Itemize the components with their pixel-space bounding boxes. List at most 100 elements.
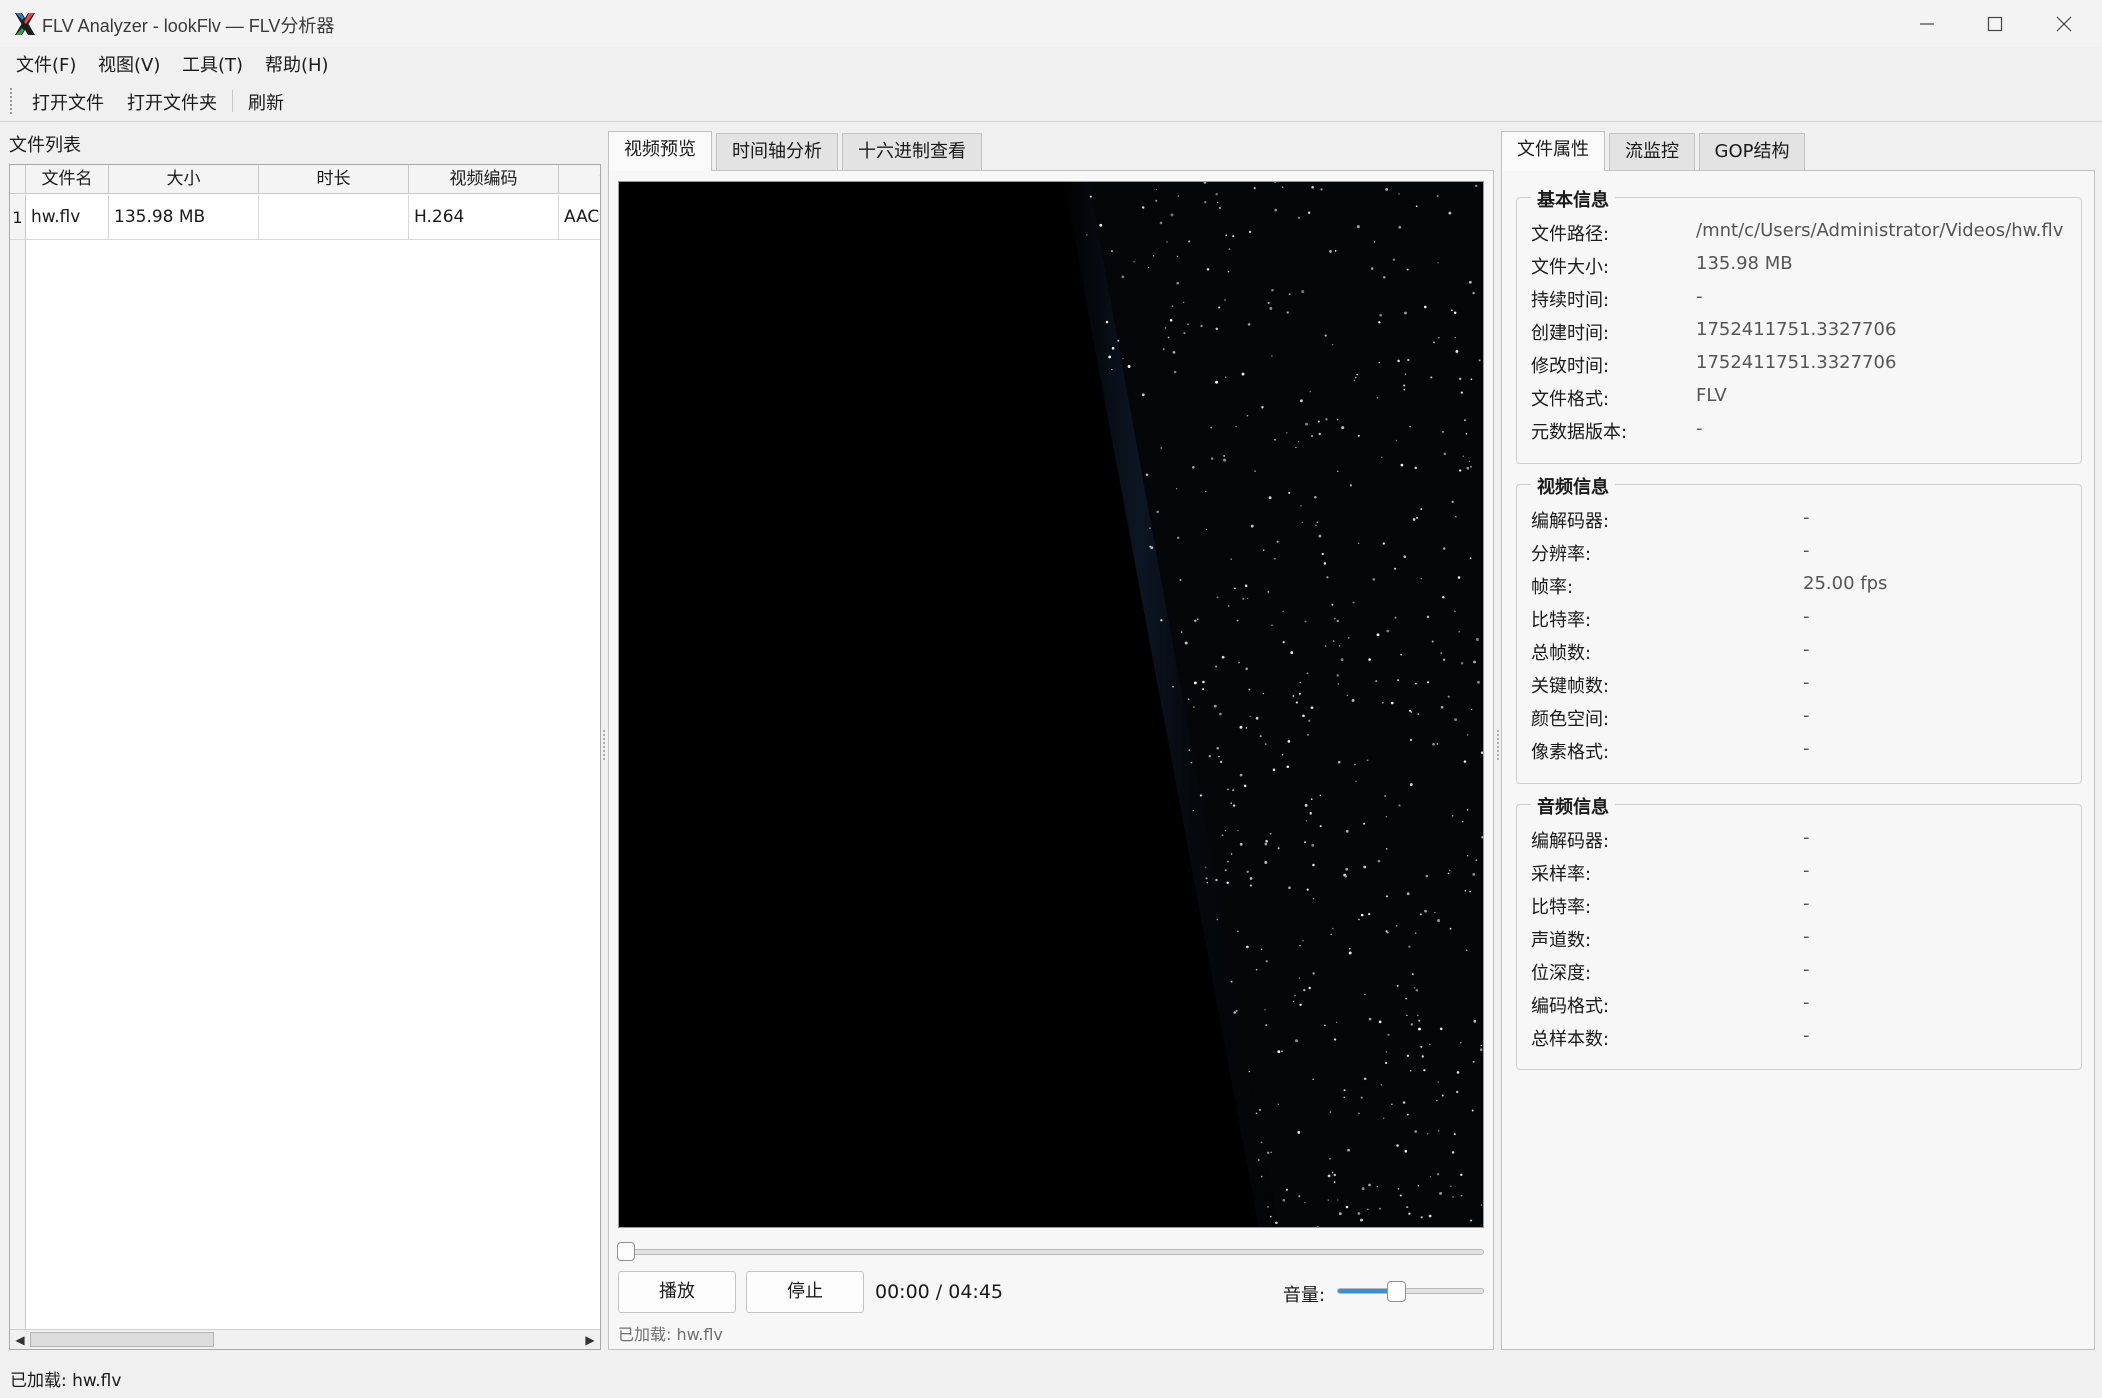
row-header-gutter (10, 240, 26, 1329)
cell-video-codec[interactable]: H.264 (409, 195, 559, 240)
column-header-audio[interactable]: 音 (559, 165, 600, 194)
basic-info-key: 文件大小: (1531, 257, 1610, 278)
toolbar-separator (232, 90, 233, 112)
basic-info-value: 1752411751.3327706 (1696, 319, 1897, 340)
basic-info-key: 持续时间: (1531, 290, 1610, 311)
audio-info-key: 采样率: (1531, 864, 1592, 885)
tab-stream-monitor[interactable]: 流监控 (1609, 133, 1695, 171)
audio-info-value: - (1803, 827, 1810, 848)
seek-slider-track[interactable] (618, 1249, 1484, 1255)
video-info-key: 像素格式: (1531, 742, 1610, 763)
audio-info-value: - (1803, 1025, 1810, 1046)
column-header-duration[interactable]: 时长 (259, 165, 409, 194)
menu-tools[interactable]: 工具(T) (178, 51, 247, 77)
open-file-button[interactable]: 打开文件 (28, 89, 108, 115)
video-frame[interactable] (618, 181, 1484, 1228)
window-title: FLV Analyzer - lookFlv — FLV分析器 (42, 16, 335, 36)
close-icon (2056, 16, 2071, 31)
basic-info-key: 修改时间: (1531, 356, 1610, 377)
table-row[interactable]: hw.flv 135.98 MB H.264 AAC (10, 195, 600, 240)
cell-filename[interactable]: hw.flv (26, 195, 109, 240)
volume-slider-handle[interactable] (1386, 1281, 1406, 1302)
video-info-group: 视频信息 编解码器: - 分辨率: - 帧率: 25.00 fps 比特率: - 总帧数: - 关键… (1516, 473, 2082, 784)
close-button[interactable] (2030, 0, 2097, 47)
toolbar-grip[interactable] (10, 88, 13, 114)
menu-view[interactable]: 视图(V) (94, 51, 164, 77)
video-info-value: - (1803, 540, 1810, 561)
audio-info-value: - (1803, 992, 1810, 1013)
audio-info-key: 总样本数: (1531, 1029, 1610, 1050)
basic-info-key: 创建时间: (1531, 323, 1610, 344)
video-info-value: - (1803, 672, 1810, 693)
audio-info-value: - (1803, 860, 1810, 881)
status-text: 已加载: hw.flv (10, 1371, 122, 1391)
toolbar: 打开文件 打开文件夹 刷新 (0, 80, 2102, 122)
basic-info-value: FLV (1696, 385, 1727, 406)
audio-info-key: 比特率: (1531, 897, 1592, 918)
scroll-left-icon[interactable]: ◀ (12, 1332, 28, 1348)
video-info-key: 帧率: (1531, 577, 1574, 598)
audio-info-key: 声道数: (1531, 930, 1592, 951)
video-info-value: - (1803, 606, 1810, 627)
basic-info-value: - (1696, 286, 1703, 307)
column-header-video-codec[interactable]: 视频编码 (409, 165, 559, 194)
video-info-value: 25.00 fps (1803, 573, 1888, 594)
video-info-value: - (1803, 705, 1810, 726)
video-info-key: 颜色空间: (1531, 709, 1610, 730)
scrollbar-thumb[interactable] (30, 1332, 214, 1347)
volume-label: 音量: (1283, 1285, 1326, 1306)
title-bar: FLV Analyzer - lookFlv — FLV分析器 (0, 0, 2102, 47)
basic-info-title: 基本信息 (1531, 186, 1615, 212)
maximize-button[interactable] (1961, 0, 2028, 47)
cell-audio-codec[interactable]: AAC (559, 195, 600, 240)
right-splitter-handle[interactable] (1497, 730, 1500, 760)
basic-info-value: 1752411751.3327706 (1696, 352, 1897, 373)
play-button[interactable]: 播放 (618, 1271, 736, 1313)
video-info-key: 分辨率: (1531, 544, 1592, 565)
video-info-value: - (1803, 507, 1810, 528)
menu-help[interactable]: 帮助(H) (261, 51, 333, 77)
seek-slider-handle[interactable] (617, 1242, 635, 1261)
file-list-table[interactable]: 文件名 大小 时长 视频编码 音 1 hw.flv 135.98 MB H.26… (9, 164, 601, 1350)
column-header-size[interactable]: 大小 (109, 165, 259, 194)
audio-info-title: 音频信息 (1531, 793, 1615, 819)
basic-info-key: 文件路径: (1531, 224, 1610, 245)
time-display: 00:00 / 04:45 (875, 1281, 1003, 1303)
video-preview-panel: 播放 停止 00:00 / 04:45 音量: 已加载: hw.flv (608, 170, 1494, 1350)
volume-slider-track[interactable] (1337, 1288, 1484, 1294)
tab-file-properties[interactable]: 文件属性 (1501, 131, 1605, 171)
video-info-title: 视频信息 (1531, 473, 1615, 499)
tab-hex-view[interactable]: 十六进制查看 (842, 133, 982, 171)
video-info-key: 比特率: (1531, 610, 1592, 631)
loaded-file-label: 已加载: hw.flv (618, 1325, 723, 1344)
left-splitter-handle[interactable] (603, 730, 606, 760)
tab-timeline-analysis[interactable]: 时间轴分析 (716, 133, 838, 171)
corner-cell[interactable] (10, 165, 26, 194)
column-header-filename[interactable]: 文件名 (26, 165, 109, 194)
cell-size[interactable]: 135.98 MB (109, 195, 259, 240)
video-info-key: 编解码器: (1531, 511, 1610, 532)
app-x-icon (15, 13, 35, 35)
scroll-right-icon[interactable]: ▶ (582, 1332, 598, 1348)
tab-video-preview[interactable]: 视频预览 (608, 131, 712, 171)
audio-info-group: 音频信息 编解码器: - 采样率: - 比特率: - 声道数: - 位深度: - 编码格式: - 总样本… (1516, 793, 2082, 1070)
open-folder-button[interactable]: 打开文件夹 (123, 89, 221, 115)
basic-info-value: - (1696, 418, 1703, 439)
menu-bar: 文件(F) 视图(V) 工具(T) 帮助(H) (0, 47, 2102, 80)
tab-gop-structure[interactable]: GOP结构 (1699, 133, 1805, 171)
minimize-button[interactable] (1893, 0, 1960, 47)
video-info-key: 总帧数: (1531, 643, 1592, 664)
cell-duration[interactable] (259, 195, 409, 240)
horizontal-scrollbar[interactable]: ◀ ▶ (10, 1329, 600, 1349)
file-list-label: 文件列表 (9, 135, 81, 156)
audio-info-key: 编解码器: (1531, 831, 1610, 852)
file-properties-panel: 基本信息 文件路径: /mnt/c/Users/Administrator/Vid… (1501, 170, 2095, 1350)
audio-info-value: - (1803, 926, 1810, 947)
stop-button[interactable]: 停止 (746, 1271, 864, 1313)
status-bar: 已加载: hw.flv (0, 1360, 2102, 1398)
menu-file[interactable]: 文件(F) (12, 51, 80, 77)
table-header: 文件名 大小 时长 视频编码 音 (10, 165, 600, 194)
basic-info-group: 基本信息 文件路径: /mnt/c/Users/Administrator/Vid… (1516, 186, 2082, 464)
refresh-button[interactable]: 刷新 (244, 89, 288, 115)
minimize-icon (1919, 22, 1934, 25)
